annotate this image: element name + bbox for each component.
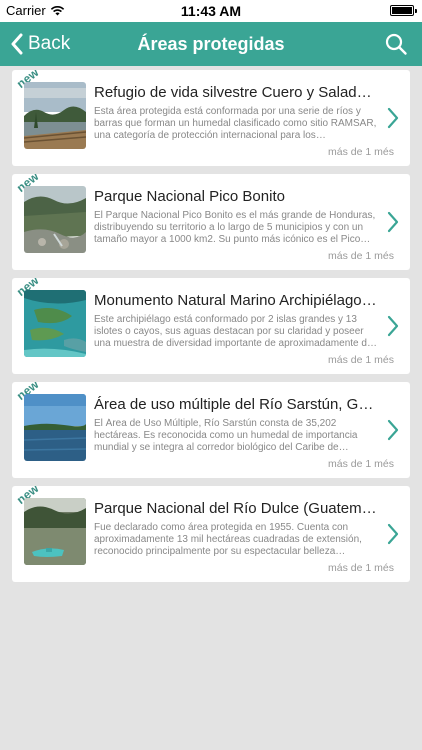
- item-thumbnail: [24, 82, 86, 149]
- list-item[interactable]: new Parque Nacional del Río Dulce (Guate…: [12, 486, 410, 582]
- item-title: Parque Nacional del Río Dulce (Guatemala…: [94, 500, 378, 517]
- item-thumbnail: [24, 498, 86, 565]
- item-description: El Área de Uso Múltiple, Río Sarstún con…: [94, 418, 358, 453]
- protected-areas-list: new Refugio de vida silvestre Cuero y Sa…: [12, 70, 410, 590]
- item-title: Monumento Natural Marino Archipiélago C.…: [94, 292, 378, 309]
- status-time: 11:43 AM: [180, 3, 242, 19]
- battery-icon: [390, 5, 417, 16]
- chevron-right-icon: [387, 523, 399, 545]
- chevron-right-icon: [387, 211, 399, 233]
- list-item[interactable]: new Monumento Natural Marino Archipiélag…: [12, 278, 410, 374]
- navigation-bar: Back Áreas protegidas: [0, 22, 422, 66]
- item-time: más de 1 més: [328, 458, 394, 470]
- item-thumbnail: [24, 290, 86, 357]
- list-item[interactable]: new Área de uso múltiple del Río Sarstún…: [12, 382, 410, 478]
- item-description: Fue declarado como área protegida en 195…: [94, 522, 362, 557]
- item-time: más de 1 més: [328, 562, 394, 574]
- chevron-right-icon: [387, 419, 399, 441]
- item-title: Parque Nacional Pico Bonito: [94, 188, 285, 205]
- back-label: Back: [28, 33, 71, 54]
- item-title: Área de uso múltiple del Río Sarstún, Gu…: [94, 396, 378, 413]
- list-item[interactable]: new Refugio de vida silvestre Cuero y Sa…: [12, 70, 410, 166]
- item-description: Este archipiélago está conformado por 2 …: [94, 314, 373, 349]
- item-description: El Parque Nacional Pico Bonito es el más…: [94, 210, 376, 245]
- back-button[interactable]: Back: [10, 22, 70, 66]
- list-item[interactable]: new Parque Nacional Pico Bonito El Parqu…: [12, 174, 410, 270]
- item-time: más de 1 més: [328, 354, 394, 366]
- chevron-right-icon: [387, 315, 399, 337]
- item-thumbnail: [24, 186, 86, 253]
- search-icon[interactable]: [384, 32, 408, 56]
- chevron-left-icon: [11, 33, 23, 55]
- chevron-right-icon: [387, 107, 399, 129]
- item-thumbnail: [24, 394, 86, 461]
- item-title: Refugio de vida silvestre Cuero y Salado…: [94, 84, 378, 101]
- status-bar: Carrier 11:43 AM: [0, 0, 422, 22]
- item-time: más de 1 més: [328, 250, 394, 262]
- item-time: más de 1 més: [328, 146, 394, 158]
- item-description: Esta área protegida está conformada por …: [94, 106, 377, 141]
